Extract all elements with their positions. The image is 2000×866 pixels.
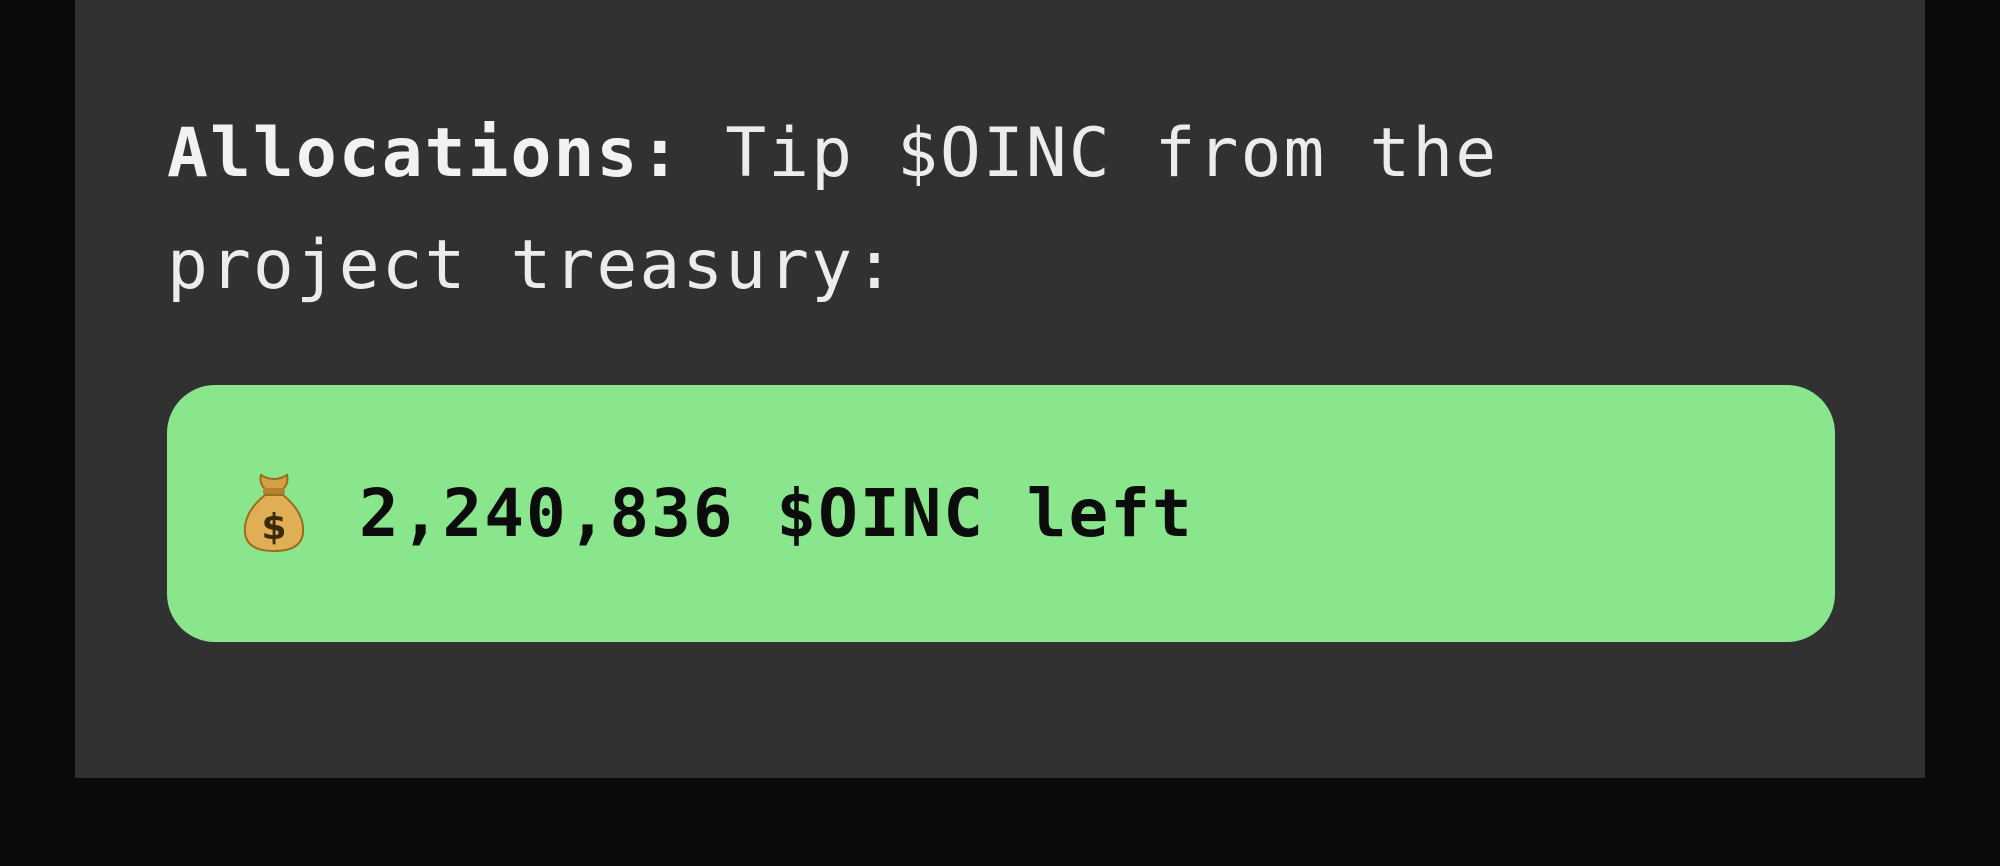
svg-text:$: $ xyxy=(261,507,286,548)
money-bag-icon: $ xyxy=(239,469,309,553)
treasury-balance-amount: 2,240,836 $OINC left xyxy=(359,475,1194,552)
allocations-label: Allocations: xyxy=(167,114,683,193)
allocations-description: Allocations: Tip $OINC from the project … xyxy=(167,98,1767,322)
allocations-card: Allocations: Tip $OINC from the project … xyxy=(75,0,1925,778)
treasury-balance-badge: $ 2,240,836 $OINC left xyxy=(167,385,1835,642)
